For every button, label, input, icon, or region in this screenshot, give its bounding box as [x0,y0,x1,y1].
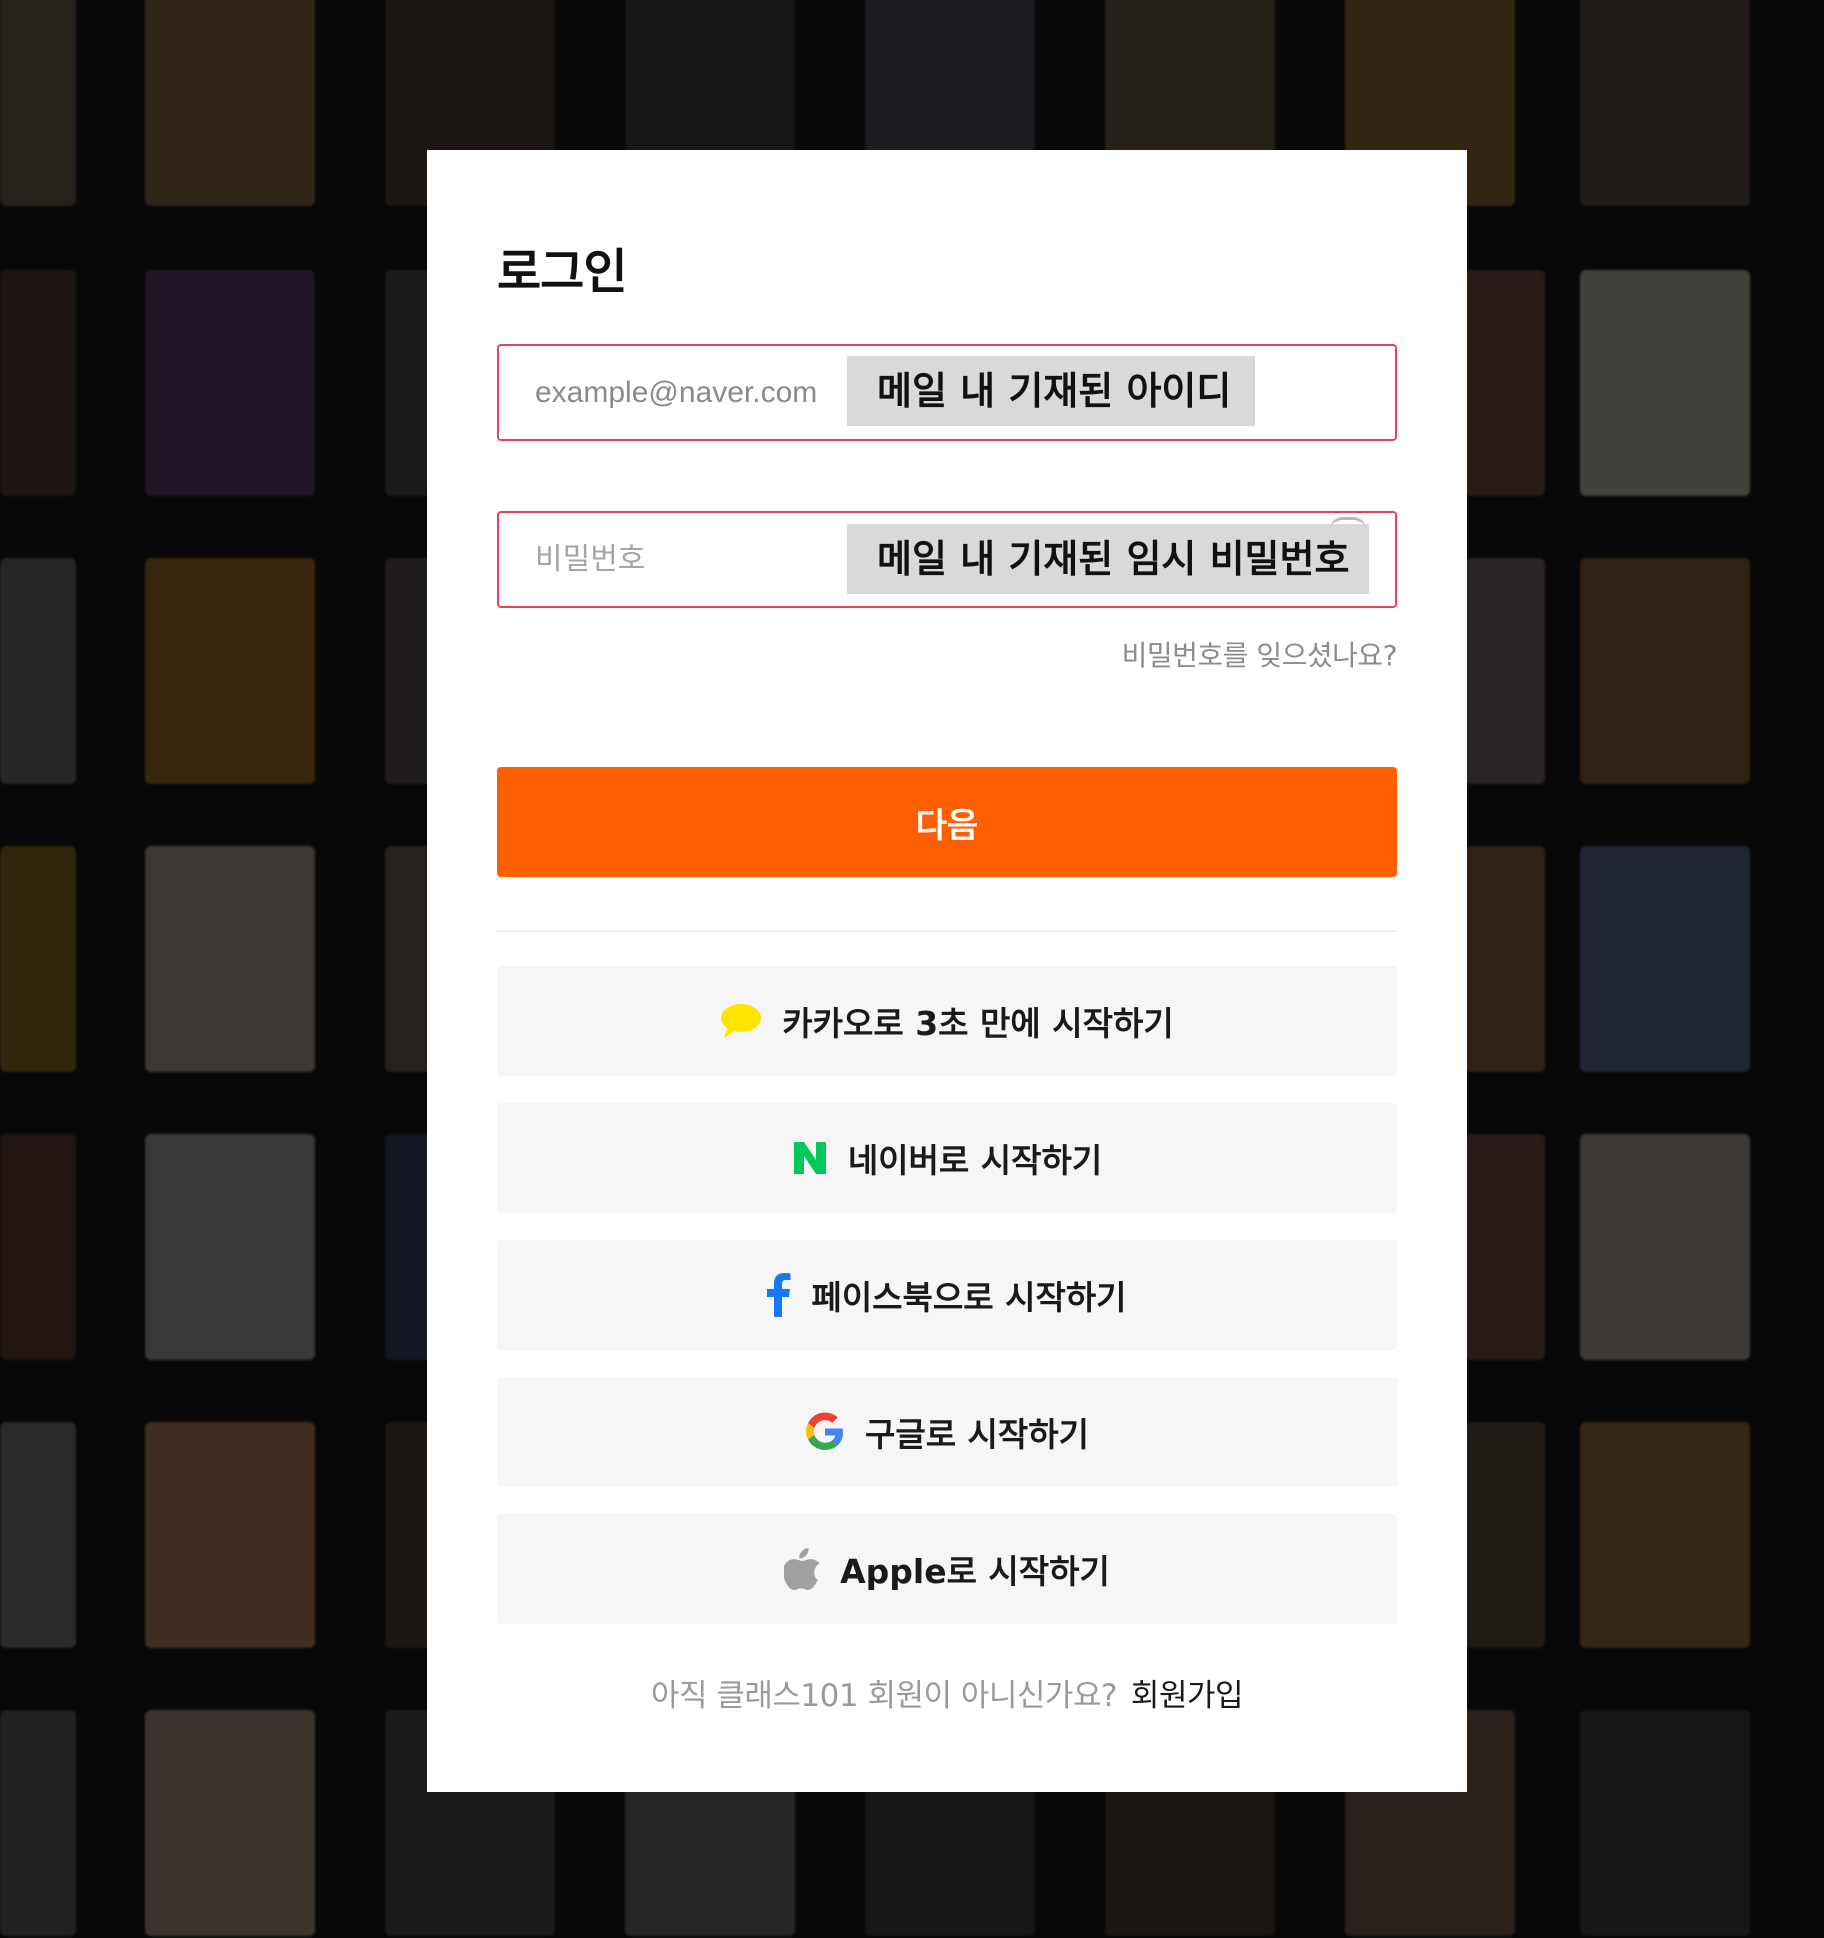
signup-link[interactable]: 회원가입 [1131,1678,1244,1714]
signup-prompt: 아직 클래스101 회원이 아니신가요? [650,1678,1117,1714]
facebook-f-icon [767,1273,791,1317]
kakao-speech-bubble-icon [720,1002,762,1040]
login-modal: 로그인 메일 내 기재된 아이디 메일 내 기재된 임시 비밀번호 비밀번호를 … [427,150,1467,1792]
password-field[interactable]: 메일 내 기재된 임시 비밀번호 [497,511,1397,608]
facebook-login-label: 페이스북으로 시작하기 [811,1278,1127,1317]
kakao-login-label: 카카오로 3초 만에 시작하기 [782,1004,1174,1043]
kakao-login-button[interactable]: 카카오로 3초 만에 시작하기 [497,966,1397,1076]
google-g-icon [805,1412,845,1452]
apple-login-label: Apple로 시작하기 [840,1552,1110,1591]
divider [497,930,1397,932]
password-annotation-label: 메일 내 기재된 임시 비밀번호 [847,524,1369,594]
forgot-password-link[interactable]: 비밀번호를 잊으셨나요? [1122,634,1398,674]
signup-row: 아직 클래스101 회원이 아니신가요? 회원가입 [427,1670,1467,1715]
apple-login-button[interactable]: Apple로 시작하기 [497,1514,1397,1624]
next-button[interactable]: 다음 [497,767,1397,877]
naver-login-button[interactable]: 네이버로 시작하기 [497,1103,1397,1213]
google-login-button[interactable]: 구글로 시작하기 [497,1377,1397,1487]
page-title: 로그인 [497,244,627,300]
password-input[interactable] [535,513,835,606]
apple-logo-icon [784,1548,820,1590]
naver-n-icon [792,1140,828,1176]
naver-login-label: 네이버로 시작하기 [847,1141,1103,1180]
google-login-label: 구글로 시작하기 [864,1415,1089,1454]
email-field[interactable]: 메일 내 기재된 아이디 [497,344,1397,441]
email-input[interactable] [535,346,835,439]
facebook-login-button[interactable]: 페이스북으로 시작하기 [497,1240,1397,1350]
email-annotation-label: 메일 내 기재된 아이디 [847,356,1255,426]
